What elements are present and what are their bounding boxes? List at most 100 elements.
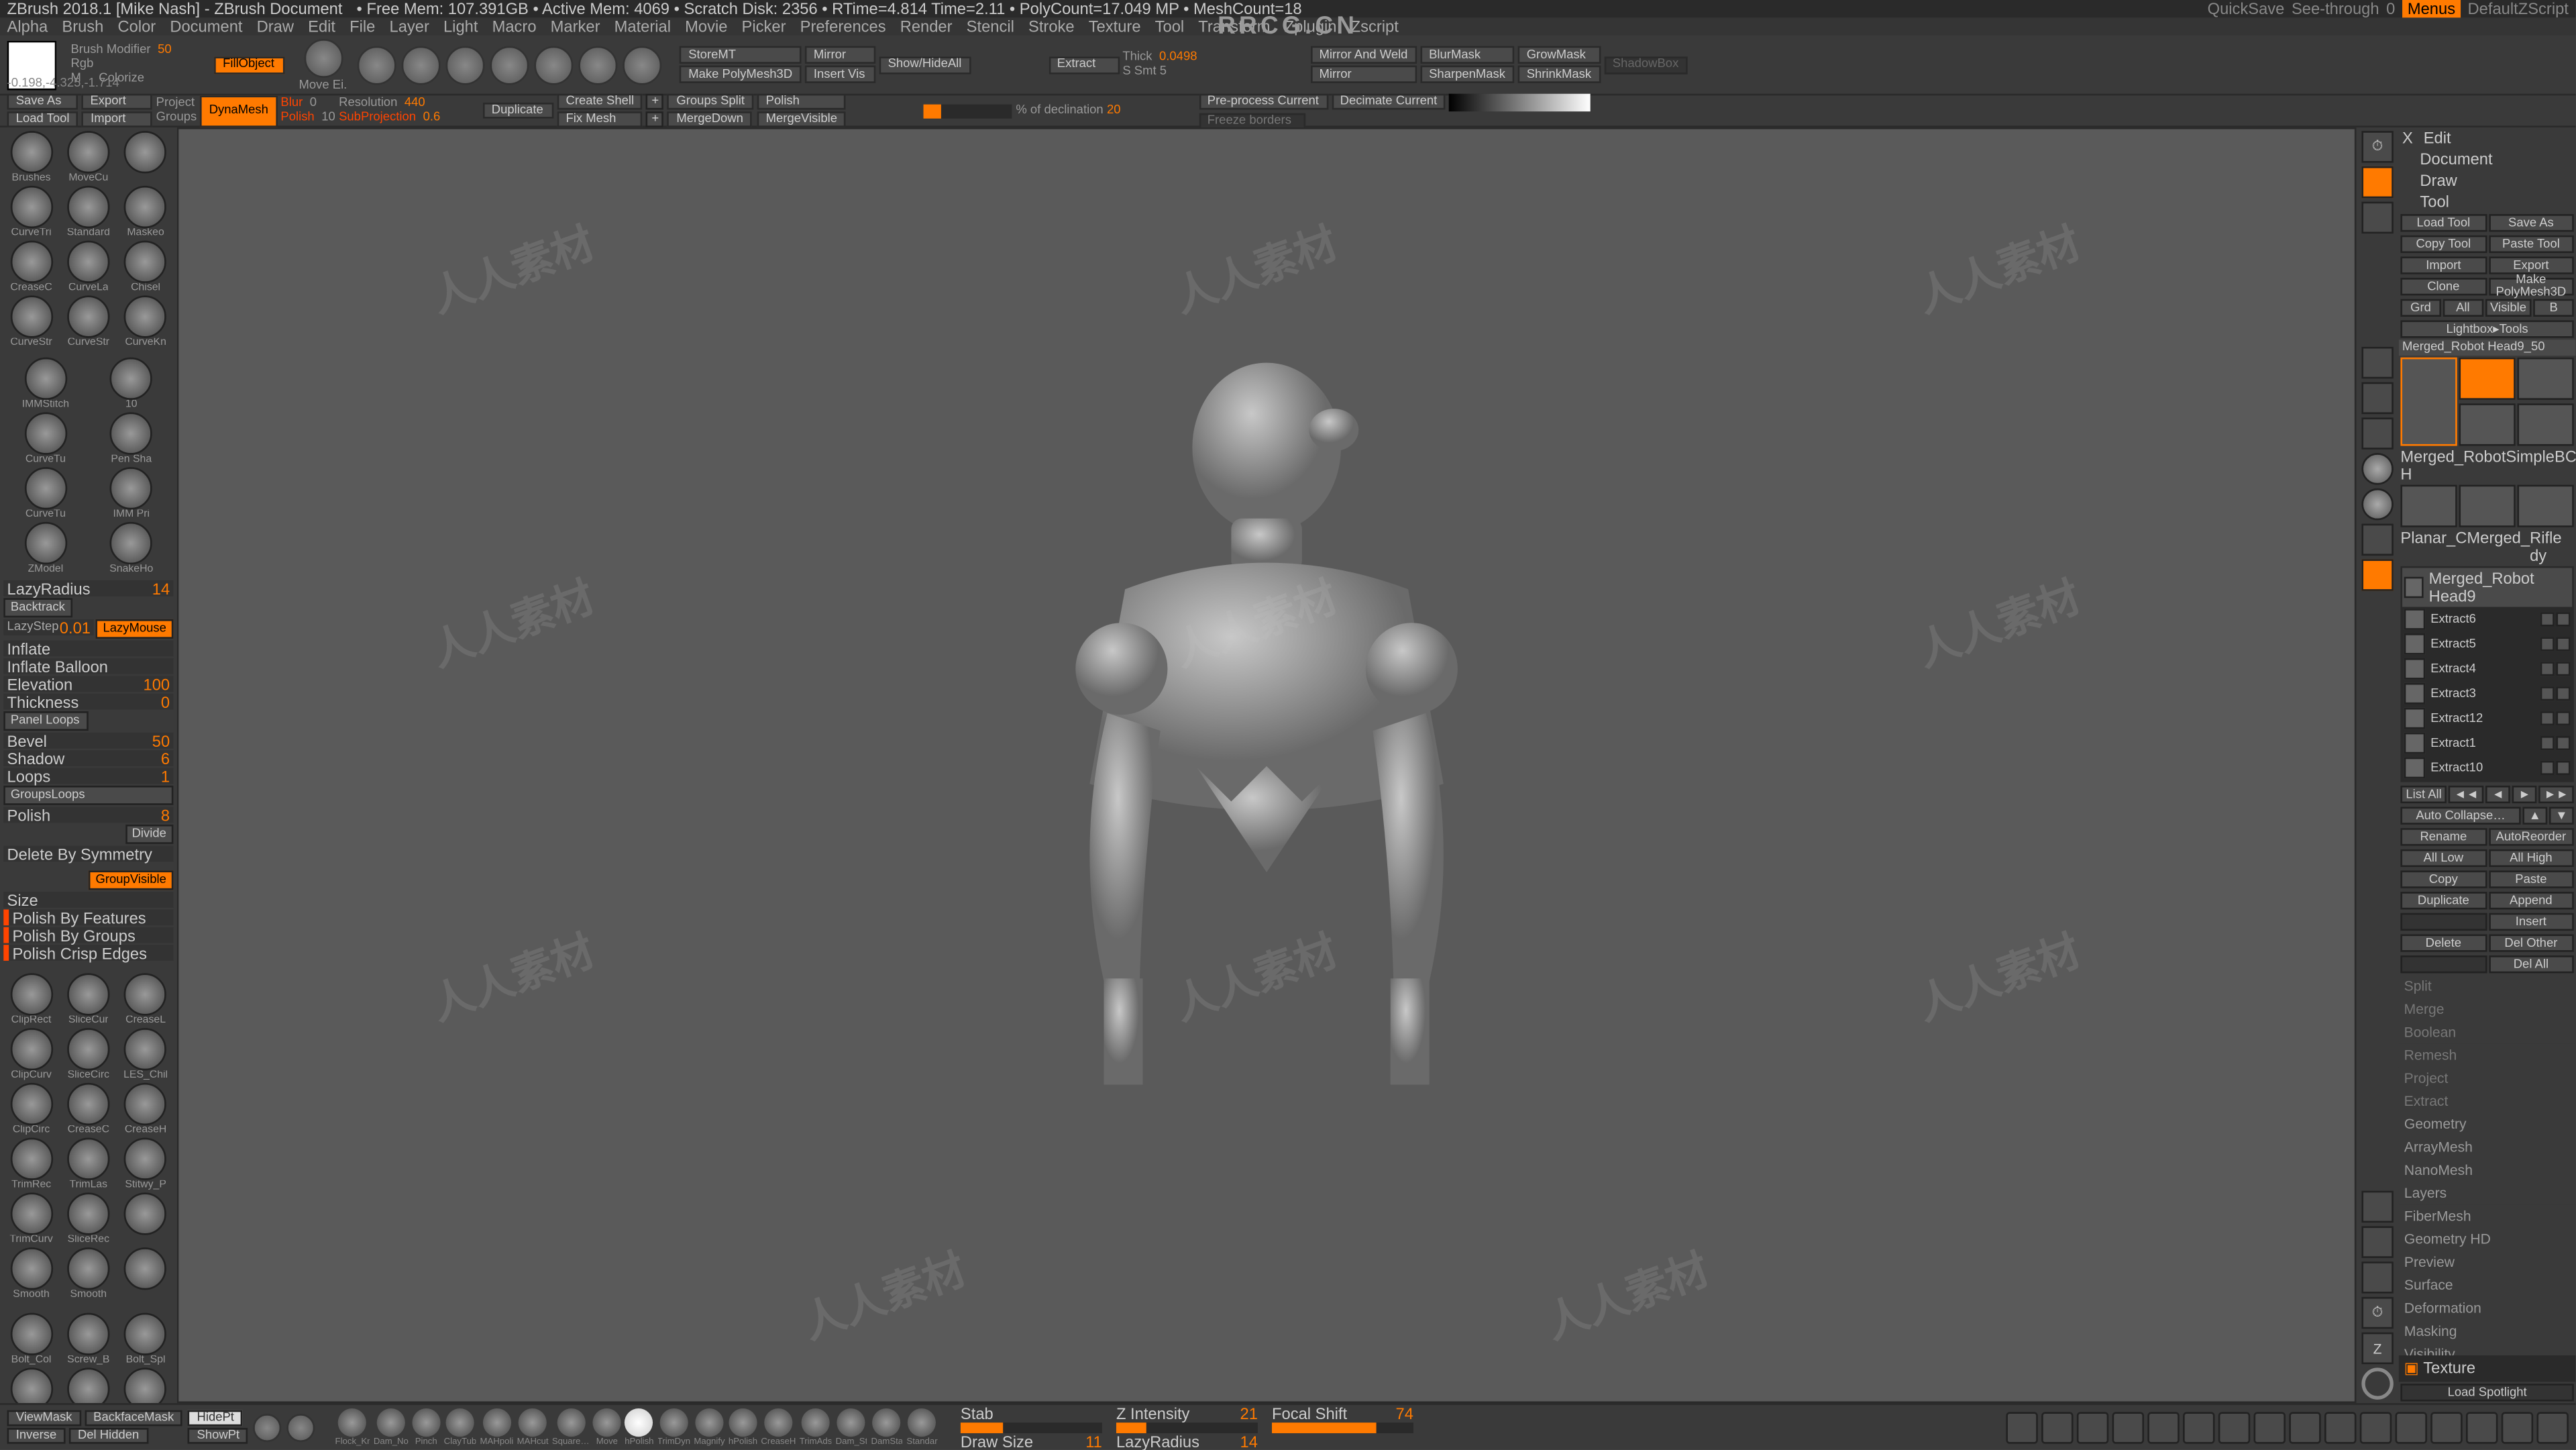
- mirror-button[interactable]: Mirror: [805, 46, 875, 64]
- up-arrow[interactable]: ▲: [2522, 807, 2547, 824]
- seethrough-value[interactable]: 0: [2386, 0, 2395, 17]
- splitop-extract[interactable]: Extract: [2399, 1090, 2576, 1112]
- shrinkmask-button[interactable]: ShrinkMask: [1518, 66, 1601, 83]
- makepoly-button[interactable]: Make PolyMesh3D: [680, 66, 801, 83]
- export-button[interactable]: Export: [81, 94, 152, 110]
- brush-Screw_B-4[interactable]: Screw_B: [61, 1367, 117, 1403]
- render-btn[interactable]: [2361, 347, 2393, 378]
- tool-thumb-1[interactable]: [2459, 358, 2515, 400]
- brush-IMMStitch-0[interactable]: IMMStitch: [3, 358, 87, 411]
- brush-Bolt_Col-0[interactable]: Bolt_Col: [3, 1313, 59, 1366]
- op-del-all[interactable]: Del All: [2488, 955, 2574, 973]
- move-elastic-icon[interactable]: [303, 38, 342, 77]
- polygroup-icon-6[interactable]: [579, 45, 618, 84]
- polish-value[interactable]: 10: [321, 111, 335, 123]
- polish2-button[interactable]: Polish: [757, 94, 846, 110]
- brush-Smooth-16[interactable]: Smooth: [61, 1247, 117, 1300]
- subtool-Extract6[interactable]: Extract6: [2402, 607, 2572, 631]
- section-surface[interactable]: Surface: [2399, 1274, 2576, 1297]
- rp-b[interactable]: B: [2534, 299, 2574, 317]
- brush-SliceCirc-4[interactable]: SliceCirc: [61, 1028, 117, 1081]
- bb-brush-Square…[interactable]: Square…: [552, 1408, 590, 1447]
- menu-file[interactable]: File: [350, 17, 375, 35]
- polygroup-icon-1[interactable]: [358, 45, 396, 84]
- strip-btn-b1[interactable]: [2361, 1191, 2393, 1223]
- storemt-button[interactable]: StoreMT: [680, 46, 801, 64]
- ssmt-label[interactable]: S Smt 5: [1122, 66, 1167, 78]
- menu-brush[interactable]: Brush: [62, 17, 103, 35]
- menu-movie[interactable]: Movie: [685, 17, 727, 35]
- rp-visible[interactable]: Visible: [2485, 299, 2532, 317]
- op-insert[interactable]: Insert: [2488, 913, 2574, 931]
- brush-CurveTu-2[interactable]: CurveTu: [3, 412, 87, 465]
- bb-brush-Standar[interactable]: Standar: [906, 1408, 937, 1447]
- document-mode[interactable]: Document: [2420, 150, 2492, 168]
- stab-slider[interactable]: [961, 1422, 1102, 1433]
- brush-modifier-value[interactable]: 50: [158, 44, 172, 56]
- delhidden-button[interactable]: Del Hidden: [69, 1428, 148, 1444]
- menu-light[interactable]: Light: [443, 17, 478, 35]
- opt-shadow[interactable]: Shadow6: [3, 750, 173, 766]
- menus-button[interactable]: Menus: [2402, 0, 2461, 17]
- bb-square-7[interactable]: [2254, 1411, 2286, 1443]
- autocollapse-button[interactable]: Auto Collapse…: [2400, 807, 2520, 824]
- alpha-circle[interactable]: [2361, 1367, 2393, 1399]
- polygroup-icon-4[interactable]: [490, 45, 529, 84]
- brush-CreaseH-8[interactable]: CreaseH: [118, 1083, 174, 1136]
- tool-mode[interactable]: Tool: [2420, 193, 2449, 210]
- strip-active-1[interactable]: [2361, 166, 2393, 198]
- polygroup-icon-2[interactable]: [402, 45, 441, 84]
- bb-brush-Pinch[interactable]: Pinch: [412, 1408, 440, 1447]
- opt-polish-crisp-edges[interactable]: Polish Crisp Edges: [3, 945, 173, 961]
- bb-brush-hPolish[interactable]: hPolish: [729, 1408, 757, 1447]
- brush-CurveStr-9[interactable]: CurveStr: [3, 295, 59, 348]
- fillobject-button[interactable]: FillObject: [214, 56, 284, 73]
- backtrack-btn[interactable]: Backtrack: [3, 598, 72, 617]
- zscript-label[interactable]: DefaultZScript: [2468, 0, 2569, 17]
- rp-export[interactable]: Export: [2488, 256, 2574, 274]
- section-geometry-hd[interactable]: Geometry HD: [2399, 1228, 2576, 1251]
- bb-square-4[interactable]: [2147, 1411, 2179, 1443]
- down-arrow[interactable]: ▼: [2549, 807, 2574, 824]
- texture-section[interactable]: ▣ Texture: [2399, 1355, 2576, 1382]
- import-button[interactable]: Import: [82, 111, 152, 127]
- nav-next[interactable]: ►: [2512, 786, 2537, 803]
- insertvis-button[interactable]: Insert Vis: [805, 66, 875, 83]
- freeze-button[interactable]: Freeze borders: [1199, 112, 1305, 128]
- brush-CurveLa-7[interactable]: CurveLa: [61, 241, 117, 294]
- tool-thumb-3[interactable]: [2459, 403, 2515, 445]
- bb-square-5[interactable]: [2183, 1411, 2214, 1443]
- rp-save-as[interactable]: Save As: [2488, 214, 2574, 231]
- workring-btn[interactable]: [2361, 524, 2393, 556]
- decimate-button[interactable]: Decimate Current: [1331, 93, 1446, 109]
- createshell-button[interactable]: Create Shell: [557, 94, 643, 110]
- brush-10-1[interactable]: 10: [89, 358, 173, 411]
- bb-square-0[interactable]: [2006, 1411, 2037, 1443]
- brush-CreaseC-6[interactable]: CreaseC: [3, 241, 59, 294]
- brush-SliceCur-1[interactable]: SliceCur: [61, 973, 117, 1026]
- bb-brush-hPolish[interactable]: hPolish: [625, 1408, 653, 1447]
- brush-CreaseC-7[interactable]: CreaseC: [61, 1083, 117, 1136]
- opt-loops[interactable]: Loops1: [3, 768, 173, 784]
- bb-square-13[interactable]: [2466, 1411, 2498, 1443]
- op-paste[interactable]: Paste: [2488, 870, 2574, 888]
- section-geometry[interactable]: Geometry: [2399, 1113, 2576, 1136]
- bb-brush-Dam_No[interactable]: Dam_No: [374, 1408, 409, 1447]
- spotlight-btn[interactable]: [2361, 382, 2393, 414]
- menu-preferences[interactable]: Preferences: [800, 17, 886, 35]
- brush-Chisel-8[interactable]: Chisel: [118, 241, 174, 294]
- bb-square-3[interactable]: [2112, 1411, 2144, 1443]
- zintensity-slider[interactable]: [1116, 1422, 1258, 1433]
- section-preview[interactable]: Preview: [2399, 1251, 2576, 1274]
- menu-macro[interactable]: Macro: [492, 17, 537, 35]
- quicksave-label[interactable]: QuickSave: [2208, 0, 2285, 17]
- brush-TrimLas-10[interactable]: TrimLas: [61, 1138, 117, 1191]
- brush-Standard-4[interactable]: Standard: [61, 186, 117, 239]
- nav-first[interactable]: ◄◄: [2449, 786, 2483, 803]
- split-plus-2[interactable]: +: [647, 111, 664, 127]
- op-rename[interactable]: Rename: [2400, 828, 2486, 845]
- menu-document[interactable]: Document: [170, 17, 242, 35]
- op-del-other[interactable]: Del Other: [2488, 934, 2574, 951]
- brush-SnakeHo-7[interactable]: SnakeHo: [89, 522, 173, 575]
- brush-CreaseL-2[interactable]: CreaseL: [118, 973, 174, 1026]
